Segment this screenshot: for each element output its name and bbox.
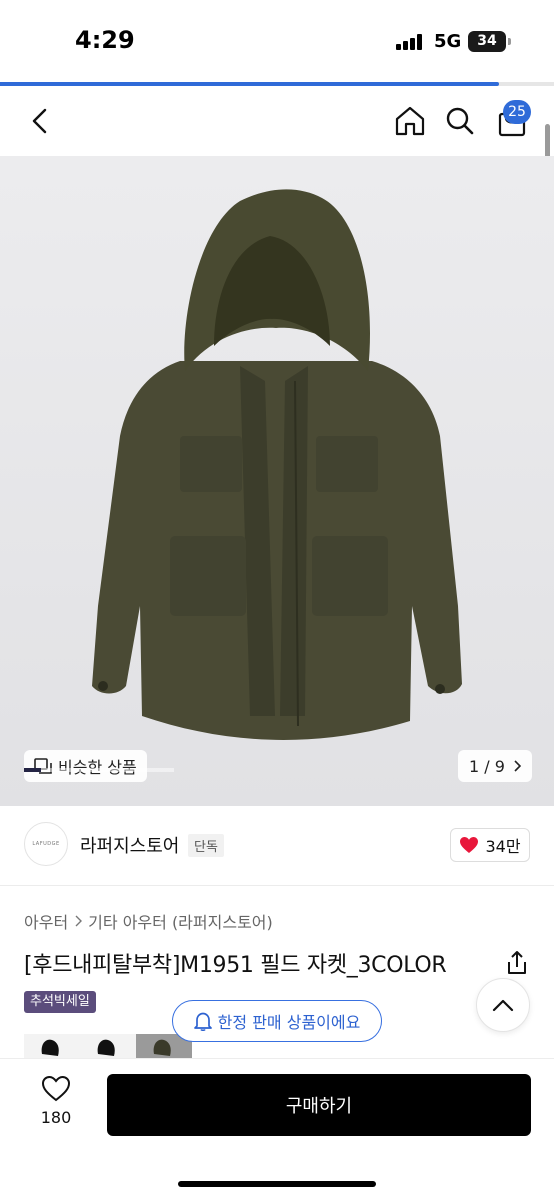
battery-tip	[508, 38, 511, 45]
store-like-count: 34만	[485, 837, 521, 856]
similar-products-label: 비슷한 상품	[58, 754, 137, 778]
store-row: LAFUDGE 라퍼지스토어 단독 34만	[0, 806, 554, 886]
similar-products-button[interactable]: 비슷한 상품	[24, 750, 147, 782]
status-bar: 4:29 5G 34	[0, 0, 554, 84]
signal-icon	[396, 34, 426, 50]
color-thumbnail[interactable]	[80, 1034, 136, 1058]
limited-sale-notice: 한정 판매 상품이에요	[172, 1000, 382, 1042]
limited-sale-label: 한정 판매 상품이에요	[217, 1013, 361, 1032]
back-button[interactable]	[20, 86, 60, 156]
chevron-right-icon	[75, 915, 83, 927]
wishlist-count: 180	[40, 1108, 72, 1127]
thumbnail-image	[97, 1039, 115, 1056]
jacket-illustration	[0, 156, 554, 806]
chevron-right-icon	[514, 760, 521, 772]
store-logo[interactable]: LAFUDGE	[24, 822, 68, 866]
wishlist-button[interactable]: 180	[24, 1075, 88, 1135]
network-label: 5G	[434, 31, 462, 52]
image-progress-bar	[24, 768, 174, 772]
bell-icon	[193, 1012, 212, 1031]
bottom-action-bar: 180 구매하기	[0, 1058, 554, 1200]
breadcrumb: 아우터 기타 아우터 (라퍼지스토어)	[24, 909, 273, 933]
battery-icon: 34	[468, 31, 506, 52]
image-counter: 1 / 9	[469, 756, 505, 776]
heart-outline-icon	[41, 1075, 71, 1102]
chevron-left-icon	[32, 108, 47, 134]
product-image[interactable]	[0, 156, 554, 806]
search-icon	[446, 107, 474, 135]
exclusive-badge: 단독	[188, 834, 224, 857]
share-icon	[508, 951, 526, 974]
scroll-to-top-button[interactable]	[476, 978, 530, 1032]
product-title: [후드내피탈부착]M1951 필드 자켓_3COLOR	[24, 953, 447, 978]
top-nav	[0, 86, 554, 156]
image-counter-button[interactable]: 1 / 9	[458, 750, 532, 782]
thumbnail-image	[41, 1039, 59, 1056]
sale-tag: 추석빅세일	[24, 991, 96, 1013]
heart-filled-icon	[460, 837, 479, 853]
store-like-button[interactable]: 34만	[450, 828, 530, 862]
share-button[interactable]	[502, 948, 532, 978]
chevron-up-icon	[492, 999, 514, 1012]
store-name[interactable]: 라퍼지스토어	[80, 832, 179, 858]
cart-count-badge: 25	[503, 100, 531, 124]
home-icon	[395, 106, 425, 136]
home-indicator	[178, 1181, 376, 1187]
breadcrumb-subcategory[interactable]: 기타 아우터 (라퍼지스토어)	[88, 909, 273, 933]
breadcrumb-category[interactable]: 아우터	[24, 909, 68, 933]
image-progress-fill	[24, 768, 41, 772]
color-thumbnails	[24, 1034, 192, 1058]
search-button[interactable]	[440, 86, 480, 156]
home-button[interactable]	[390, 86, 430, 156]
buy-button[interactable]: 구매하기	[107, 1074, 531, 1136]
color-thumbnail[interactable]	[24, 1034, 80, 1058]
store-logo-text: LAFUDGE	[32, 841, 60, 847]
status-time: 4:29	[75, 26, 135, 54]
